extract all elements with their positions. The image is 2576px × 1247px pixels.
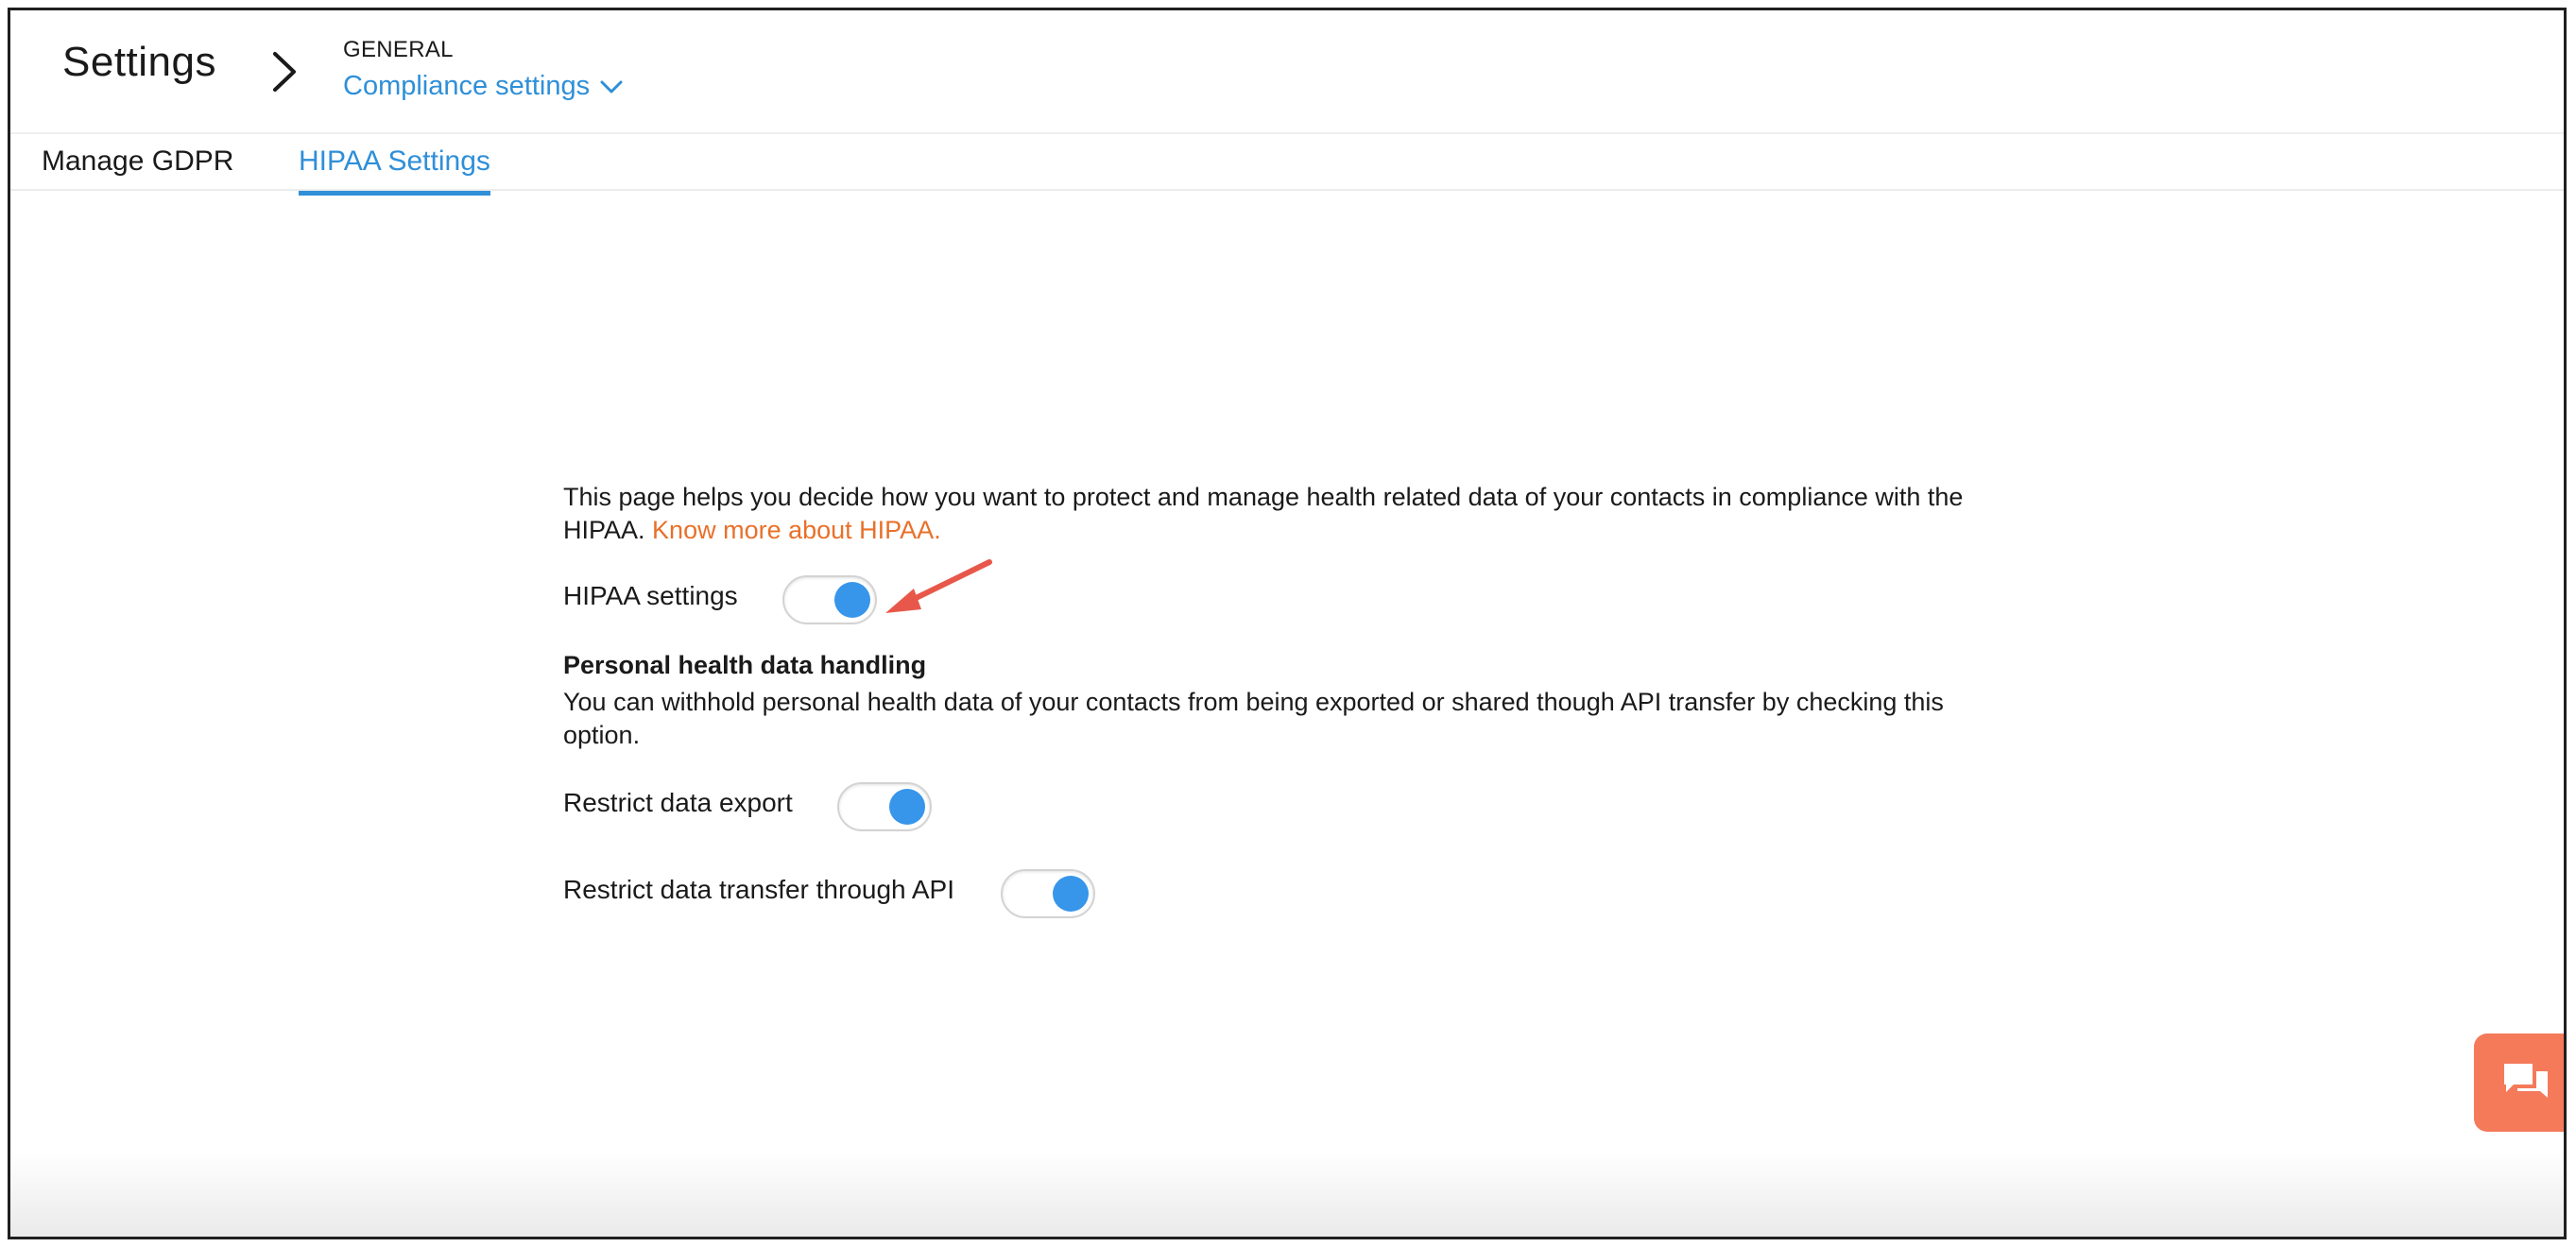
restrict-api-label: Restrict data transfer through API: [563, 875, 954, 904]
hipaa-settings-panel: This page helps you decide how you want …: [563, 481, 2018, 918]
hipaa-settings-toggle[interactable]: [782, 575, 877, 624]
app-window: Settings GENERAL Compliance settings Man…: [8, 8, 2567, 1239]
chevron-right-icon: [273, 52, 296, 92]
annotation-arrow-icon: [885, 559, 992, 613]
tab-manage-gdpr[interactable]: Manage GDPR: [42, 145, 233, 191]
breadcrumb-section: GENERAL: [343, 37, 454, 62]
page-header: Settings GENERAL Compliance settings: [10, 10, 2564, 134]
tab-hipaa-settings[interactable]: HIPAA Settings: [299, 145, 490, 196]
intro-paragraph: This page helps you decide how you want …: [563, 481, 2018, 547]
hipaa-settings-label: HIPAA settings: [563, 581, 738, 610]
chat-button[interactable]: [2474, 1033, 2564, 1132]
toggle-knob: [834, 582, 870, 618]
breadcrumb-page-dropdown[interactable]: Compliance settings: [343, 71, 624, 102]
know-more-hipaa-link[interactable]: Know more about HIPAA.: [652, 516, 941, 544]
restrict-api-row: Restrict data transfer through API: [563, 862, 2018, 918]
chevron-down-icon: [600, 80, 623, 93]
page-title: Settings: [62, 39, 216, 85]
tab-bar: Manage GDPR HIPAA Settings: [10, 134, 2564, 196]
restrict-export-toggle[interactable]: [837, 782, 932, 831]
restrict-api-toggle[interactable]: [1001, 869, 1095, 918]
restrict-export-label: Restrict data export: [563, 788, 793, 817]
bottom-shadow: [10, 1152, 2564, 1237]
section-description: You can withhold personal health data of…: [563, 688, 1944, 749]
chat-bubbles-icon: [2504, 1064, 2548, 1098]
toggle-knob: [889, 789, 925, 825]
restrict-export-row: Restrict data export: [563, 775, 2018, 831]
section-heading: Personal health data handling: [563, 651, 927, 679]
toggle-knob: [1053, 876, 1089, 912]
hipaa-settings-row: HIPAA settings: [563, 568, 2018, 624]
breadcrumb-page-label: Compliance settings: [343, 71, 591, 101]
